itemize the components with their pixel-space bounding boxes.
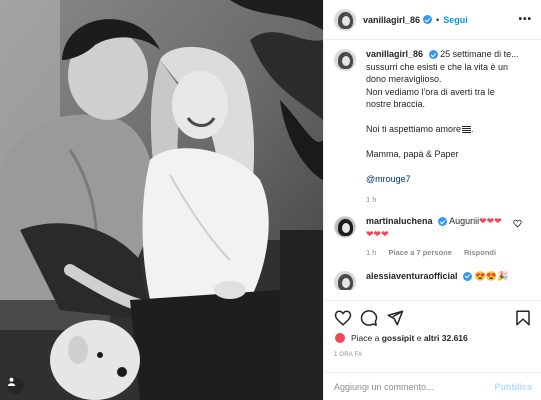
caption-mention[interactable]: @mrouge7 xyxy=(366,173,532,186)
header-separator: • xyxy=(436,14,440,25)
comment-input[interactable] xyxy=(334,381,494,392)
caption-line: Mamma, papà & Paper xyxy=(366,149,459,159)
caption-line: dono meraviglioso. xyxy=(366,74,442,84)
post-side-panel: vanillagirl_86 • Segui ••• vanillagirl_8… xyxy=(323,0,541,400)
post-photo-image xyxy=(0,0,323,400)
comment-item: alessiaventuraofficial 😍😍🎉 xyxy=(334,270,532,290)
more-options-icon[interactable]: ••• xyxy=(518,14,532,25)
liker-avatar xyxy=(334,332,346,344)
caption-line: 25 settimane di te... xyxy=(440,49,519,59)
action-bar xyxy=(324,300,541,334)
likes-count[interactable]: altri 32.616 xyxy=(424,333,468,343)
caption-line: sussurri che esisti e che la vita è un xyxy=(366,61,509,72)
caption-line: Noi ti aspettiamo amore xyxy=(366,124,462,134)
verified-badge-icon xyxy=(463,271,473,281)
user-tag-button[interactable] xyxy=(7,377,24,394)
comment-likes[interactable]: Piace a 7 persone xyxy=(389,248,452,257)
verified-badge-icon xyxy=(428,50,438,60)
add-comment-bar: Pubblica xyxy=(324,372,541,400)
caption-line: Non vediamo l'ora di averti tra le xyxy=(366,86,495,97)
caption-username[interactable]: vanillagirl_86 xyxy=(366,49,423,59)
caption-time: 1 h xyxy=(366,194,377,204)
likes-first-user[interactable]: gossipit xyxy=(382,333,415,343)
caption-line: nostre braccia. xyxy=(366,99,426,109)
commenter-avatar[interactable] xyxy=(334,216,356,238)
post-date[interactable]: 1 ORA FA xyxy=(334,352,362,358)
instagram-post-modal: vanillagirl_86 • Segui ••• vanillagirl_8… xyxy=(0,0,541,400)
author-avatar[interactable] xyxy=(334,8,356,31)
author-username[interactable]: vanillagirl_86 xyxy=(363,15,420,25)
comment-hearts: ❤❤❤ xyxy=(366,228,389,239)
user-tag-icon xyxy=(7,377,16,386)
verified-badge-icon xyxy=(423,15,433,24)
caption: vanillagirl_86 25 settimane di te... sus… xyxy=(334,48,532,206)
comment-like-icon[interactable] xyxy=(513,219,522,228)
comment-text: Auguriii xyxy=(449,216,480,226)
comment-icon[interactable] xyxy=(360,309,378,327)
caption-avatar[interactable] xyxy=(334,49,356,71)
likes-summary[interactable]: Piace a gossipit e altri 32.616 xyxy=(334,332,468,344)
share-icon[interactable] xyxy=(386,309,404,327)
reply-button[interactable]: Rispondi xyxy=(464,248,496,257)
verified-badge-icon xyxy=(438,217,448,227)
follow-button[interactable]: Segui xyxy=(443,15,468,25)
heart-outline-icon[interactable] xyxy=(334,309,352,327)
likes-middle: e xyxy=(416,333,422,343)
comment-item: martinaluchena Auguriii❤❤❤ ❤❤❤ 1 h Piace… xyxy=(334,215,532,260)
redacted-emoji-icon xyxy=(462,126,472,134)
comments-list[interactable]: vanillagirl_86 25 settimane di te... sus… xyxy=(324,40,541,290)
commenter-avatar[interactable] xyxy=(334,270,356,290)
bookmark-icon[interactable] xyxy=(514,309,532,327)
post-header: vanillagirl_86 • Segui ••• xyxy=(324,0,541,40)
commenter-username[interactable]: alessiaventuraofficial xyxy=(366,271,458,281)
publish-button[interactable]: Pubblica xyxy=(494,382,532,392)
comment-hearts: ❤❤❤ xyxy=(479,216,502,226)
likes-prefix: Piace a xyxy=(351,333,380,343)
comment-text: 😍😍🎉 xyxy=(474,270,509,281)
commenter-username[interactable]: martinaluchena xyxy=(366,216,433,226)
post-photo[interactable] xyxy=(0,0,323,400)
comment-time: 1 h xyxy=(366,248,377,257)
